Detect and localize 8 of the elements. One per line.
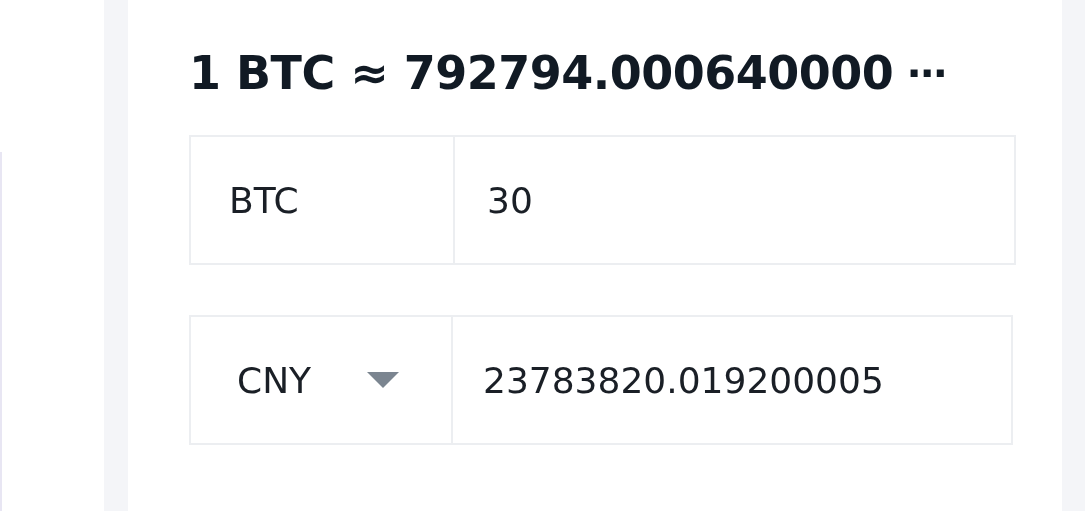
more-ellipsis: ⋯ xyxy=(907,50,948,96)
amount-input[interactable]: 30 xyxy=(455,178,1014,222)
converted-amount-field[interactable]: 23783820.019200005 xyxy=(451,315,1013,445)
currency-label: BTC xyxy=(229,179,299,221)
converted-amount-input[interactable]: 23783820.019200005 xyxy=(453,358,1011,402)
amount-field[interactable]: 30 xyxy=(453,135,1016,265)
exchange-rate-heading: 1 BTC ≈ 792794.000640000 xyxy=(189,46,894,100)
caret-icon xyxy=(367,372,400,388)
